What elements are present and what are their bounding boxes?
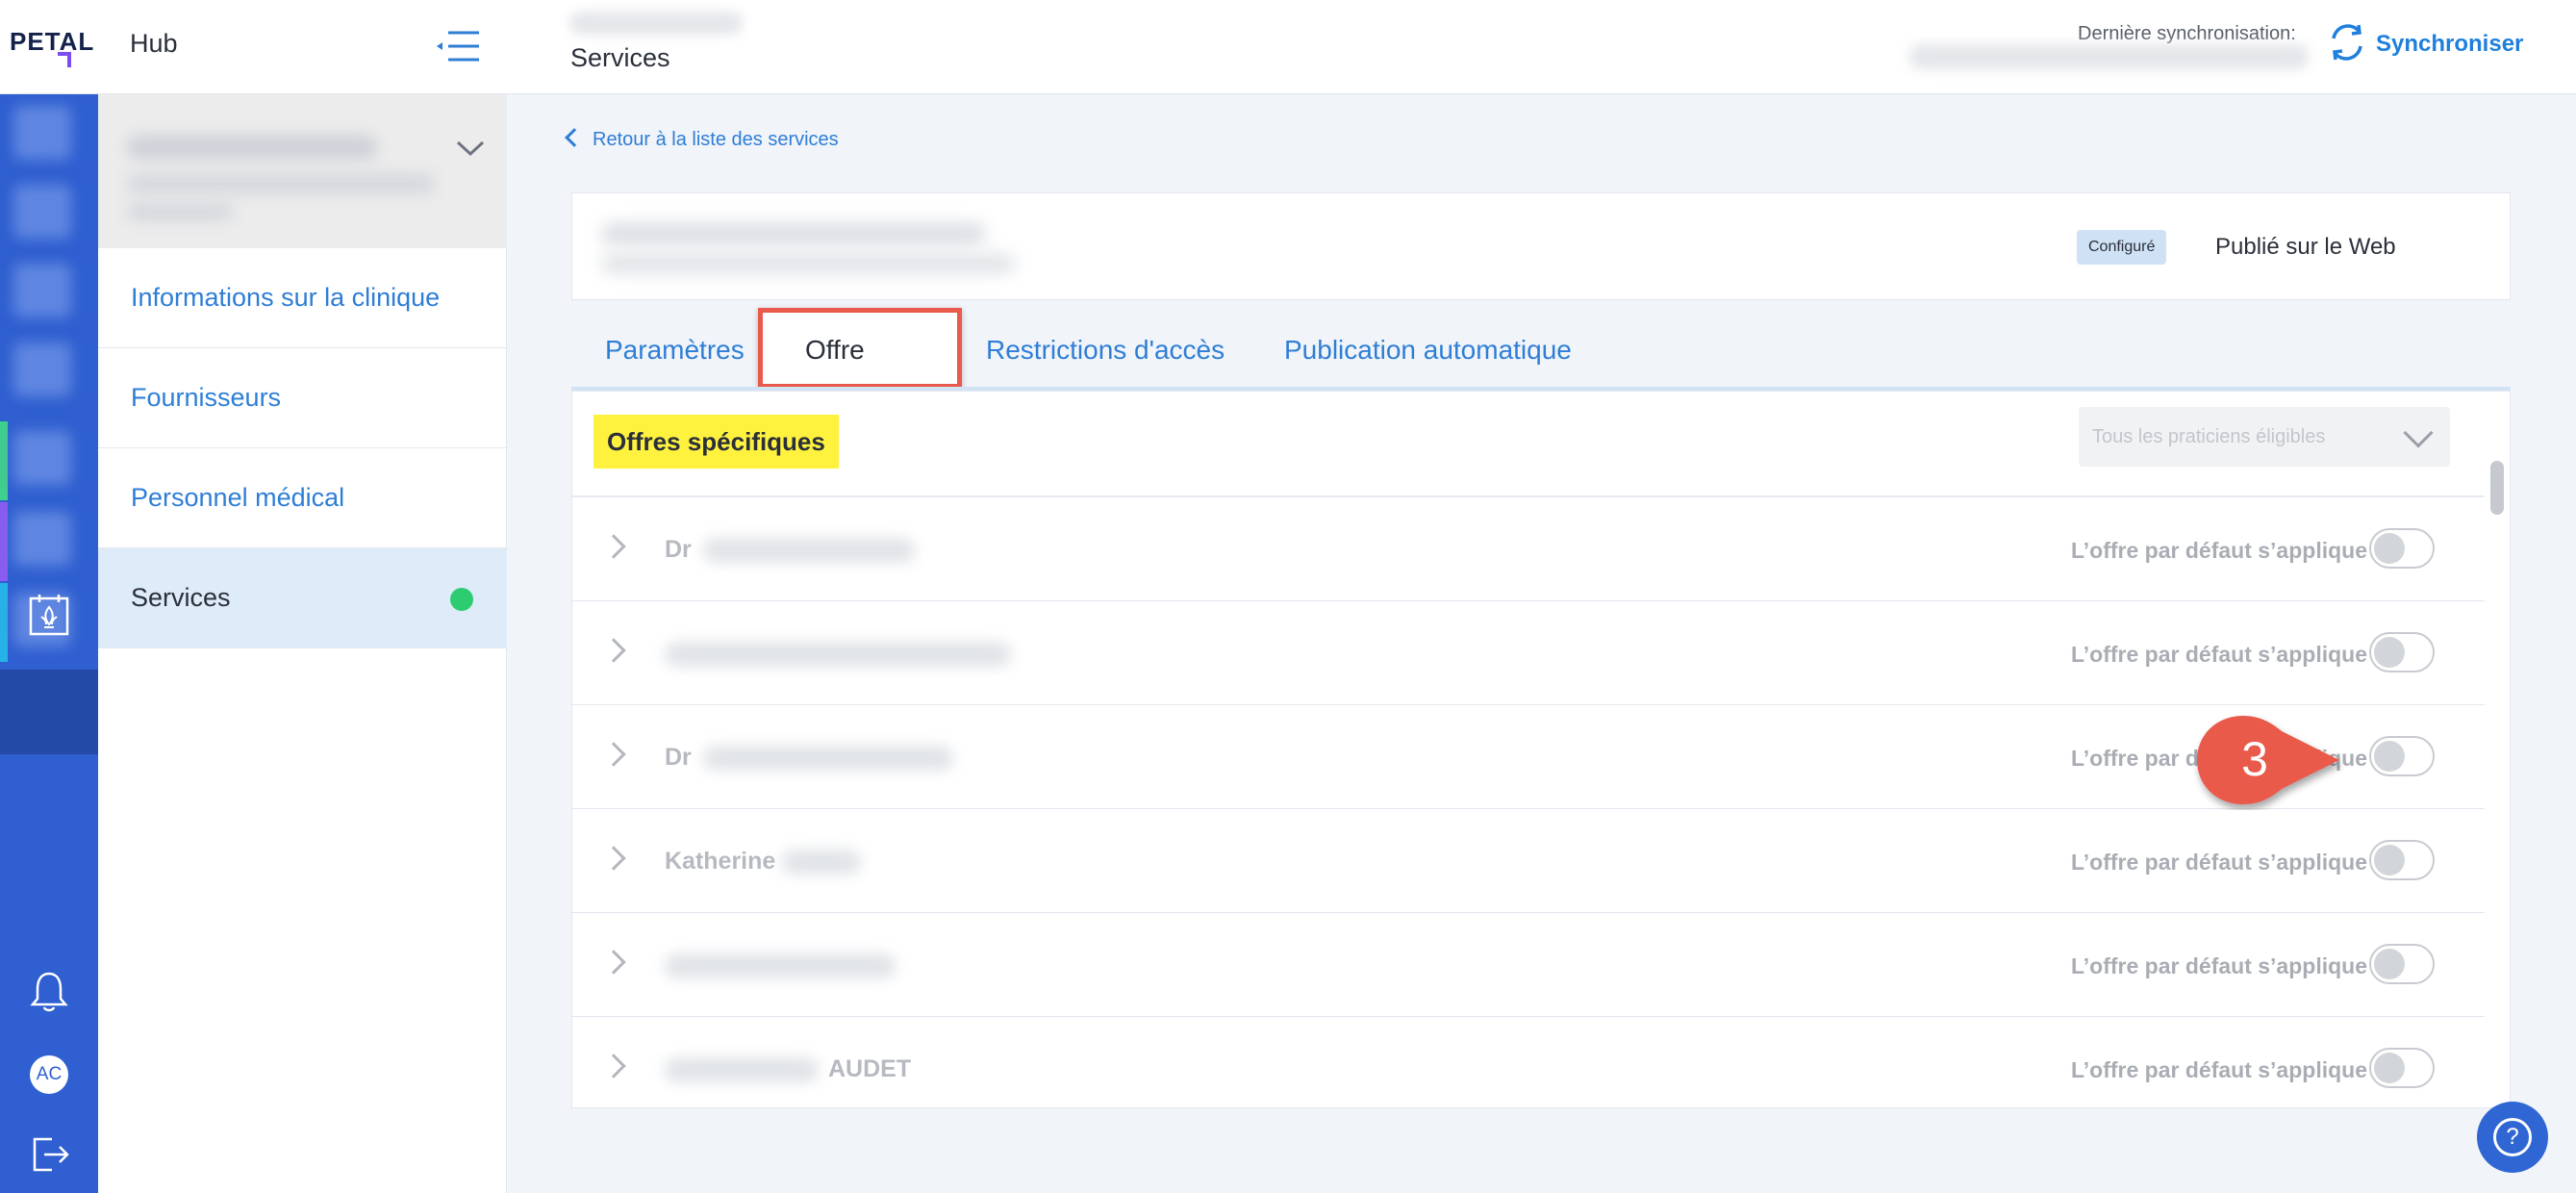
chevron-right-icon[interactable] xyxy=(601,846,626,871)
rail-app-1[interactable] xyxy=(13,106,71,160)
default-offer-toggle[interactable] xyxy=(2369,632,2435,673)
rail-accent-blue xyxy=(0,583,8,662)
sidebar-item-services[interactable]: Services xyxy=(98,548,507,648)
table-row[interactable]: Dr L’offre par défaut s’applique xyxy=(572,497,2485,601)
sidebar-item-label: Personnel médical xyxy=(131,483,345,512)
practitioner-name: Dr xyxy=(665,536,692,563)
sidebar-item-medical-staff[interactable]: Personnel médical xyxy=(98,448,507,548)
table-row[interactable]: Katherine L’offre par défaut s’applique xyxy=(572,809,2485,913)
sidebar-item-providers[interactable]: Fournisseurs xyxy=(98,348,507,448)
practitioner-name: Dr xyxy=(665,744,692,771)
chevron-left-icon xyxy=(565,128,584,147)
service-tabs: Paramètres Offre Restrictions d'accès Pu… xyxy=(571,308,2511,389)
collapse-menu-icon[interactable] xyxy=(431,29,481,63)
default-offer-toggle[interactable] xyxy=(2369,1048,2435,1088)
clinic-selector[interactable] xyxy=(98,94,507,248)
logo-text: PETAL xyxy=(10,27,95,56)
step-callout: 3 xyxy=(2197,716,2339,804)
chevron-right-icon[interactable] xyxy=(601,950,626,975)
status-badge: Configuré xyxy=(2077,230,2167,265)
chevron-right-icon[interactable] xyxy=(601,534,626,559)
default-offer-label: L’offre par défaut s’applique xyxy=(2071,538,2367,563)
avatar[interactable]: AC xyxy=(30,1055,68,1094)
table-row[interactable]: L’offre par défaut s’applique xyxy=(572,913,2485,1017)
redacted-sync-time xyxy=(1909,44,2309,69)
redacted-name xyxy=(665,1057,819,1082)
top-bar: PETAL Hub Services Dernière synchronisat… xyxy=(0,0,2576,94)
rail-app-6[interactable] xyxy=(13,512,71,566)
chevron-down-icon[interactable] xyxy=(454,137,487,160)
tab-offer[interactable]: Offre xyxy=(805,335,865,366)
sidebar-item-label: Fournisseurs xyxy=(131,383,282,412)
redacted-name xyxy=(782,850,861,875)
service-header-card: Configuré Publié sur le Web xyxy=(571,192,2511,300)
help-button[interactable]: ? xyxy=(2477,1102,2548,1173)
tab-parameters[interactable]: Paramètres xyxy=(605,335,745,366)
table-row[interactable]: L’offre par défaut s’applique xyxy=(572,601,2485,705)
published-label: Publié sur le Web xyxy=(2215,234,2396,260)
petal-logo[interactable]: PETAL xyxy=(10,27,95,67)
bell-icon[interactable] xyxy=(27,968,71,1014)
chevron-right-icon[interactable] xyxy=(601,1053,626,1079)
step-number: 3 xyxy=(2241,732,2268,786)
redacted-name xyxy=(703,538,915,563)
sidebar-item-label: Services xyxy=(131,583,231,612)
rail-accent-purple xyxy=(0,502,8,581)
clinic-sidebar: Informations sur la clinique Fournisseur… xyxy=(98,94,507,1193)
offers-title: Offres spécifiques xyxy=(593,415,839,469)
back-link-label: Retour à la liste des services xyxy=(593,129,839,150)
sync-icon[interactable] xyxy=(2326,21,2368,63)
practitioner-filter-select[interactable]: Tous les praticiens éligibles xyxy=(2079,407,2450,467)
app-rail xyxy=(0,94,98,1193)
app-title: Hub xyxy=(130,29,178,58)
sidebar-item-clinic-info[interactable]: Informations sur la clinique xyxy=(98,248,507,348)
default-offer-label: L’offre par défaut s’applique xyxy=(2071,850,2367,875)
tab-auto-publication[interactable]: Publication automatique xyxy=(1284,335,1572,366)
rail-app-4[interactable] xyxy=(13,343,71,396)
practitioner-filter-value: Tous les praticiens éligibles xyxy=(2092,426,2326,447)
offers-header: Offres spécifiques Tous les praticiens é… xyxy=(572,392,2485,497)
status-dot xyxy=(450,588,473,611)
chevron-right-icon[interactable] xyxy=(601,742,626,767)
redacted-breadcrumb xyxy=(569,12,743,35)
default-offer-toggle[interactable] xyxy=(2369,944,2435,984)
rail-app-2[interactable] xyxy=(13,185,71,239)
sidebar-item-label: Informations sur la clinique xyxy=(131,283,441,312)
last-sync-label: Dernière synchronisation: xyxy=(2078,23,2296,44)
default-offer-toggle[interactable] xyxy=(2369,736,2435,776)
redacted-service-name xyxy=(601,222,986,245)
default-offer-toggle[interactable] xyxy=(2369,528,2435,569)
default-offer-label: L’offre par défaut s’applique xyxy=(2071,953,2367,978)
help-icon: ? xyxy=(2493,1118,2532,1156)
logout-icon[interactable] xyxy=(29,1133,71,1176)
default-offer-label: L’offre par défaut s’applique xyxy=(2071,1057,2367,1082)
default-offer-toggle[interactable] xyxy=(2369,840,2435,880)
calendar-icon[interactable] xyxy=(27,592,71,638)
redacted-service-detail xyxy=(601,253,1015,274)
sync-button[interactable]: Synchroniser xyxy=(2376,31,2523,58)
rail-item-hub[interactable] xyxy=(0,670,98,754)
redacted-name xyxy=(665,953,896,978)
redacted-name xyxy=(703,746,953,771)
back-to-services-link[interactable]: Retour à la liste des services xyxy=(565,128,839,151)
chevron-right-icon[interactable] xyxy=(601,638,626,663)
default-offer-label: L’offre par défaut s’applique xyxy=(2071,642,2367,667)
tab-access-restrictions[interactable]: Restrictions d'accès xyxy=(986,335,1225,366)
rail-accent-green xyxy=(0,421,8,500)
redacted-name xyxy=(665,642,1011,667)
scrollbar[interactable] xyxy=(2490,461,2504,515)
practitioner-name: Katherine xyxy=(665,848,776,875)
practitioner-name: AUDET xyxy=(828,1055,912,1082)
rail-app-3[interactable] xyxy=(13,264,71,317)
rail-app-5[interactable] xyxy=(13,431,71,485)
table-row[interactable]: AUDET L’offre par défaut s’applique xyxy=(572,1017,2485,1107)
page-title: Services xyxy=(570,43,670,72)
chevron-down-icon xyxy=(2403,418,2434,448)
